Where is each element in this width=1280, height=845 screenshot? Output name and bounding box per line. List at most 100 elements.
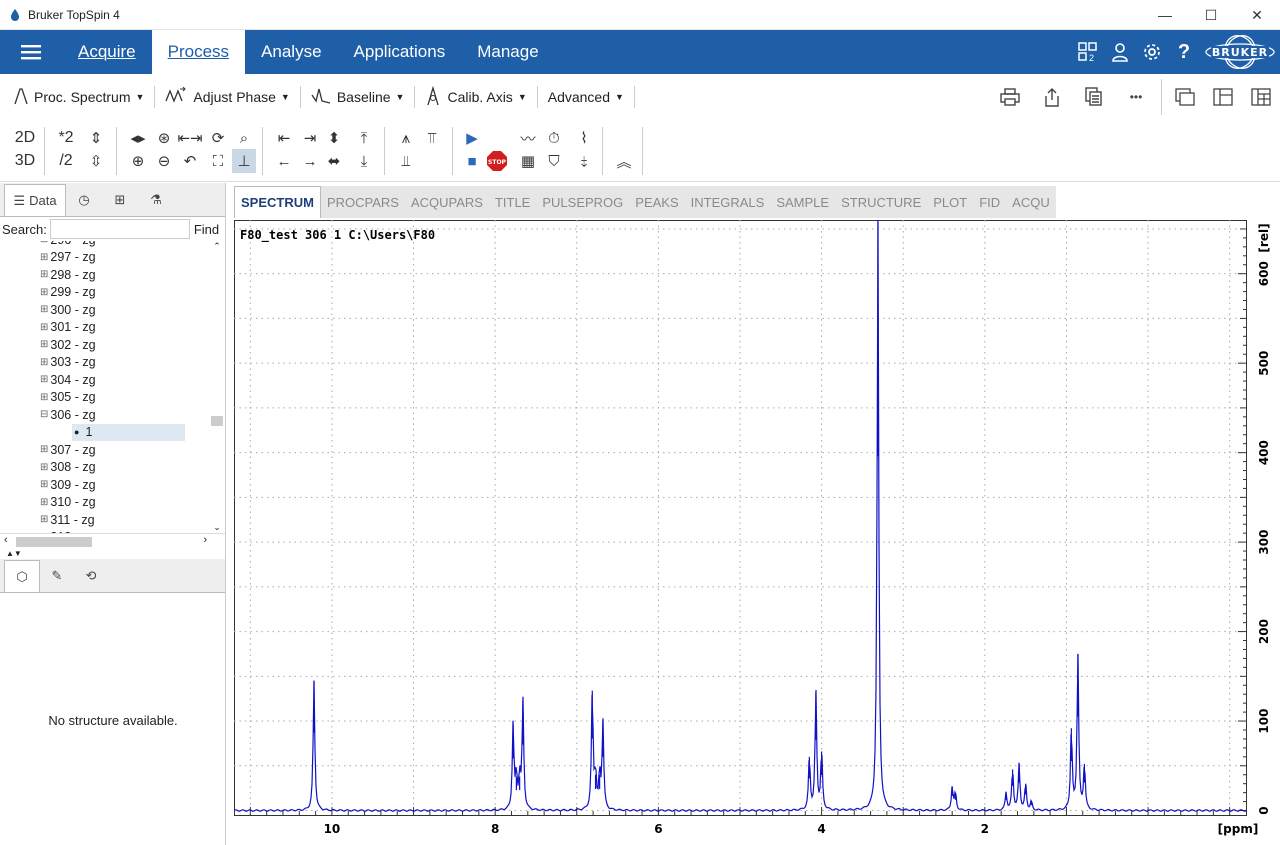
shift-right-icon[interactable]: ⇥ [298, 126, 322, 150]
tab-manage[interactable]: Manage [461, 30, 554, 74]
tab-acqu[interactable]: ACQU [1006, 186, 1056, 218]
scale-up-button[interactable]: *2 [54, 126, 78, 150]
3d-button[interactable]: 3D [12, 149, 38, 173]
tree-item[interactable]: ⊞ 303 - zg [40, 354, 96, 371]
search-input[interactable] [49, 219, 190, 239]
tree-item[interactable]: ⊞ 299 - zg [40, 284, 96, 301]
tab-procpars[interactable]: PROCPARS [321, 186, 405, 218]
undo-zoom-icon[interactable]: ↶ [178, 149, 202, 173]
peak-display-icon[interactable]: ⊥ [232, 149, 256, 173]
proc-spectrum-dropdown[interactable]: Proc. Spectrum ▼ [4, 82, 154, 112]
zoom-in-icon[interactable]: ⊕ [126, 149, 150, 173]
full-range-icon[interactable]: ⇤⇥ [177, 126, 202, 150]
scale-down-button[interactable]: /2 [54, 149, 78, 173]
shim-icon[interactable]: ⤈ [572, 149, 596, 173]
advanced-dropdown[interactable]: Advanced ▼ [538, 82, 634, 112]
expand-icon[interactable]: ⊞ [40, 374, 48, 385]
zoom-extent-icon[interactable]: ⊛ [152, 126, 176, 150]
tree-item[interactable]: ⊞ 302 - zg [40, 336, 96, 353]
collapse-toolbar-icon[interactable]: ︽ [612, 149, 636, 173]
more-options-icon[interactable]: ••• [1115, 74, 1157, 120]
expand-icon[interactable]: ⊞ [40, 304, 48, 315]
tree-item[interactable]: ⊞ 310 - zg [40, 494, 96, 511]
play-icon[interactable]: ▶ [460, 126, 484, 150]
shift-left-icon[interactable]: ⇤ [272, 126, 296, 150]
stop-sign-icon[interactable]: STOP [485, 149, 509, 173]
print-icon[interactable] [989, 74, 1031, 120]
edit-structure-icon[interactable]: ✎ [40, 560, 74, 592]
expand-horizontal-icon[interactable]: ◂▸ [126, 126, 150, 150]
tab-data[interactable]: ☰ Data [4, 184, 66, 216]
collapse-icon[interactable]: ⊟ [40, 409, 48, 420]
structure-search-icon[interactable]: ⟲ [74, 560, 108, 592]
copy-icon[interactable] [1073, 74, 1115, 120]
tree-child-selected[interactable]: ● 1 [72, 423, 185, 441]
tree-item[interactable]: ⊞ 308 - zg [40, 459, 96, 476]
scroll-left-icon[interactable]: ‹ [4, 534, 8, 546]
history-icon[interactable]: ◷ [66, 184, 102, 216]
stack-display-icon[interactable]: ⫫ [394, 149, 418, 173]
expand-icon[interactable]: ⊞ [40, 322, 48, 333]
baseline-dropdown[interactable]: Baseline ▼ [301, 82, 415, 112]
tab-acquire[interactable]: Acquire [62, 30, 152, 74]
scroll-thumb[interactable] [211, 416, 223, 426]
zoom-search-icon[interactable]: ⌕ [232, 126, 256, 150]
tree-item[interactable]: ⊞ 309 - zg [40, 476, 96, 493]
tree-item[interactable]: ⊞ 307 - zg [40, 441, 96, 458]
tab-title[interactable]: TITLE [489, 186, 536, 218]
export-icon[interactable] [1031, 74, 1073, 120]
tree-item[interactable]: ⊞ 300 - zg [40, 301, 96, 318]
scale-stepper-icon[interactable]: ⇕ [84, 126, 108, 150]
tab-peaks[interactable]: PEAKS [629, 186, 684, 218]
expand-icon[interactable]: ⊞ [40, 252, 48, 263]
overlay-display-icon[interactable]: ⫪ [420, 126, 444, 150]
tab-integrals[interactable]: INTEGRALS [685, 186, 771, 218]
hamburger-menu-icon[interactable] [0, 30, 62, 74]
spectrum-plot[interactable]: 0 100 200 300 400 500 600 [rel] 10 8 6 4 2 [ppm] F80_… [234, 220, 1274, 842]
tab-acqupars[interactable]: ACQUPARS [405, 186, 489, 218]
tune-icon[interactable]: ⌇ [572, 126, 596, 150]
tree-item[interactable]: ⊞ 304 - zg [40, 371, 96, 388]
close-icon[interactable]: ✕ [1234, 0, 1280, 30]
multi-window-icon[interactable]: ⊞ [102, 184, 138, 216]
tree-item[interactable]: ⊞ 311 - zg [40, 511, 95, 528]
tree-item[interactable]: ⊞ 305 - zg [40, 389, 96, 406]
gear-icon[interactable] [1136, 30, 1168, 74]
move-bottom-icon[interactable]: ⤓ [352, 149, 376, 173]
vertical-scrollbar[interactable]: ⌃ ⌄ [209, 241, 225, 533]
tree-item[interactable]: ⊞296 - zg [40, 241, 96, 248]
2d-button[interactable]: 2D [12, 126, 38, 150]
find-button[interactable]: Find [194, 222, 219, 237]
expand-icon[interactable]: ⊞ [40, 514, 48, 525]
user-icon[interactable] [1104, 30, 1136, 74]
minimize-icon[interactable]: — [1142, 0, 1188, 30]
stop-square-icon[interactable]: ■ [460, 149, 484, 173]
tree-item[interactable]: ⊞ 298 - zg [40, 266, 96, 283]
acq-grid-icon[interactable]: ▦ [516, 149, 540, 173]
structure-icon[interactable]: ⬡ [4, 560, 40, 592]
refresh-icon[interactable]: ⟳ [206, 126, 230, 150]
fit-view-icon[interactable]: ⛶ [206, 149, 230, 173]
move-horizontal-icon[interactable]: ⬌ [322, 149, 346, 173]
tab-applications[interactable]: Applications [338, 30, 462, 74]
scroll-down-icon[interactable]: ⌄ [209, 522, 225, 533]
expand-icon[interactable]: ⊞ [40, 269, 48, 280]
expand-icon[interactable]: ⊞ [40, 497, 48, 508]
expand-icon[interactable]: ⊞ [40, 462, 48, 473]
scale-reset-icon[interactable]: ⇳ [84, 149, 108, 173]
window-layout-icon[interactable]: 2 [1072, 30, 1104, 74]
multi-display-icon[interactable]: ⩚ [394, 126, 418, 150]
layout-panels-icon[interactable] [1204, 74, 1242, 120]
move-vertical-icon[interactable]: ⬍ [322, 126, 346, 150]
scroll-up-icon[interactable]: ⌃ [209, 241, 225, 252]
tab-spectrum[interactable]: SPECTRUM [234, 186, 321, 218]
zoom-out-icon[interactable]: ⊖ [152, 149, 176, 173]
tab-plot[interactable]: PLOT [927, 186, 973, 218]
tab-pulseprog[interactable]: PULSEPROG [536, 186, 629, 218]
lock-icon[interactable]: ⛉ [542, 149, 566, 173]
move-top-icon[interactable]: ⤒ [352, 126, 376, 150]
expand-icon[interactable]: ⊞ [40, 392, 48, 403]
window-tile-icon[interactable] [1166, 74, 1204, 120]
flask-icon[interactable]: ⚗ [138, 184, 174, 216]
tab-process[interactable]: Process [151, 30, 246, 74]
